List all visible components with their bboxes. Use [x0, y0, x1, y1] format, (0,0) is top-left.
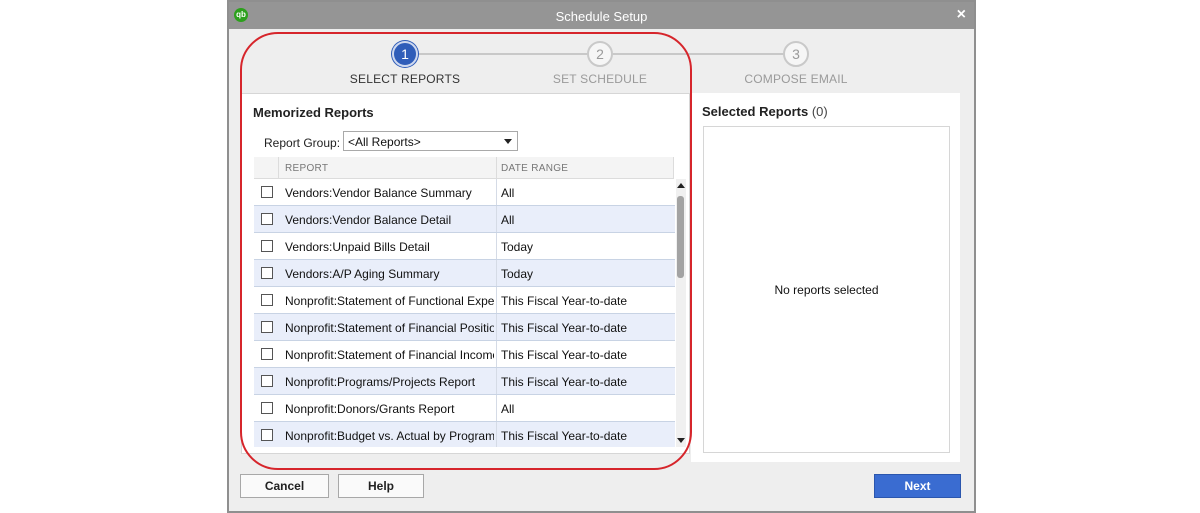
report-checkbox[interactable] — [261, 240, 273, 252]
report-name: Nonprofit:Statement of Financial Income … — [285, 348, 494, 362]
table-row[interactable]: Vendors:Vendor Balance Detail All — [254, 206, 675, 233]
table-row[interactable]: Nonprofit:Statement of Functional Expens… — [254, 287, 675, 314]
report-name: Vendors:Unpaid Bills Detail — [285, 240, 430, 254]
table-scrollbar[interactable] — [676, 179, 686, 447]
table-rows: Vendors:Vendor Balance Summary All Vendo… — [254, 179, 675, 447]
header-separator — [278, 157, 279, 178]
report-checkbox[interactable] — [261, 375, 273, 387]
report-group-select[interactable]: <All Reports> — [343, 131, 518, 151]
step-set-schedule: 2 SET SCHEDULE — [520, 41, 680, 86]
header-separator — [496, 157, 497, 178]
step-label: SELECT REPORTS — [349, 72, 461, 86]
cell-separator — [496, 287, 497, 313]
memorized-reports-heading: Memorized Reports — [253, 105, 374, 120]
cancel-button[interactable]: Cancel — [240, 474, 329, 498]
table-row[interactable]: Vendors:Vendor Balance Summary All — [254, 179, 675, 206]
report-checkbox[interactable] — [261, 294, 273, 306]
header-separator — [673, 157, 674, 178]
cell-separator — [496, 260, 497, 286]
report-group-label: Report Group: — [264, 136, 341, 150]
report-date-range: This Fiscal Year-to-date — [501, 294, 628, 308]
cell-separator — [496, 341, 497, 367]
table-row[interactable]: Nonprofit:Statement of Financial Positio… — [254, 314, 675, 341]
step-label: SET SCHEDULE — [552, 72, 648, 86]
table-row[interactable]: Vendors:Unpaid Bills Detail Today — [254, 233, 675, 260]
report-name: Nonprofit:Programs/Projects Report — [285, 375, 476, 389]
scroll-down-icon[interactable] — [677, 438, 685, 443]
report-date-range: Today — [501, 240, 534, 254]
selected-reports-count: (0) — [811, 104, 828, 119]
step-label: COMPOSE EMAIL — [744, 72, 848, 86]
cell-separator — [496, 422, 497, 447]
report-checkbox[interactable] — [261, 321, 273, 333]
step-number: 1 — [392, 41, 418, 67]
column-header-date-range[interactable]: DATE RANGE — [501, 163, 568, 174]
report-name: Vendors:Vendor Balance Summary — [285, 186, 472, 200]
reports-table: REPORT DATE RANGE Vendors:Vendor Balance… — [254, 157, 687, 447]
window-title: Schedule Setup — [555, 9, 648, 24]
report-checkbox[interactable] — [261, 402, 273, 414]
cell-separator — [496, 179, 497, 205]
table-row[interactable]: Nonprofit:Budget vs. Actual by Program/P… — [254, 422, 675, 447]
report-name: Vendors:A/P Aging Summary — [285, 267, 440, 281]
close-icon[interactable]: × — [957, 6, 966, 24]
wizard-steps: 1 SELECT REPORTS 2 SET SCHEDULE 3 COMPOS… — [229, 29, 974, 91]
report-name: Nonprofit:Statement of Functional Expens… — [285, 294, 494, 308]
report-name: Nonprofit:Statement of Financial Positio… — [285, 321, 494, 335]
report-date-range: All — [501, 213, 515, 227]
report-name: Nonprofit:Donors/Grants Report — [285, 402, 455, 416]
step-compose-email: 3 COMPOSE EMAIL — [716, 41, 876, 86]
selected-reports-heading: Selected Reports (0) — [702, 104, 828, 119]
table-row[interactable]: Nonprofit:Donors/Grants Report All — [254, 395, 675, 422]
cell-separator — [496, 314, 497, 340]
table-row[interactable]: Vendors:A/P Aging Summary Today — [254, 260, 675, 287]
report-date-range: This Fiscal Year-to-date — [501, 348, 628, 362]
report-date-range: This Fiscal Year-to-date — [501, 429, 628, 443]
report-name: Nonprofit:Budget vs. Actual by Program/P… — [285, 429, 494, 443]
report-checkbox[interactable] — [261, 429, 273, 441]
schedule-setup-window: qb Schedule Setup × 1 SELECT REPORTS 2 S… — [227, 0, 976, 513]
report-date-range: This Fiscal Year-to-date — [501, 321, 628, 335]
cell-separator — [496, 206, 497, 232]
table-row[interactable]: Nonprofit:Programs/Projects Report This … — [254, 368, 675, 395]
cell-separator — [496, 368, 497, 394]
scroll-up-icon[interactable] — [677, 183, 685, 188]
empty-message: No reports selected — [774, 283, 879, 297]
report-checkbox[interactable] — [261, 213, 273, 225]
cell-separator — [496, 395, 497, 421]
report-date-range: All — [501, 186, 515, 200]
report-date-range: Today — [501, 267, 534, 281]
table-row[interactable]: Nonprofit:Statement of Financial Income … — [254, 341, 675, 368]
selected-reports-list: No reports selected — [703, 126, 950, 453]
selected-reports-title: Selected Reports — [702, 104, 809, 119]
report-checkbox[interactable] — [261, 186, 273, 198]
next-button[interactable]: Next — [874, 474, 961, 498]
step-select-reports: 1 SELECT REPORTS — [325, 41, 485, 86]
scroll-thumb[interactable] — [677, 196, 684, 278]
report-date-range: This Fiscal Year-to-date — [501, 375, 628, 389]
report-checkbox[interactable] — [261, 267, 273, 279]
step-number: 3 — [783, 41, 809, 67]
selected-reports-panel: Selected Reports (0) No reports selected — [691, 93, 960, 462]
memorized-reports-panel: Memorized Reports Report Group: <All Rep… — [241, 93, 690, 454]
report-group-value: <All Reports> — [348, 135, 421, 149]
cell-separator — [496, 233, 497, 259]
step-number: 2 — [587, 41, 613, 67]
report-name: Vendors:Vendor Balance Detail — [285, 213, 452, 227]
report-checkbox[interactable] — [261, 348, 273, 360]
help-button[interactable]: Help — [338, 474, 424, 498]
table-header: REPORT DATE RANGE — [254, 157, 674, 179]
title-bar: qb Schedule Setup × — [229, 2, 974, 29]
column-header-report[interactable]: REPORT — [285, 163, 328, 174]
report-date-range: All — [501, 402, 515, 416]
chevron-down-icon — [504, 139, 512, 144]
